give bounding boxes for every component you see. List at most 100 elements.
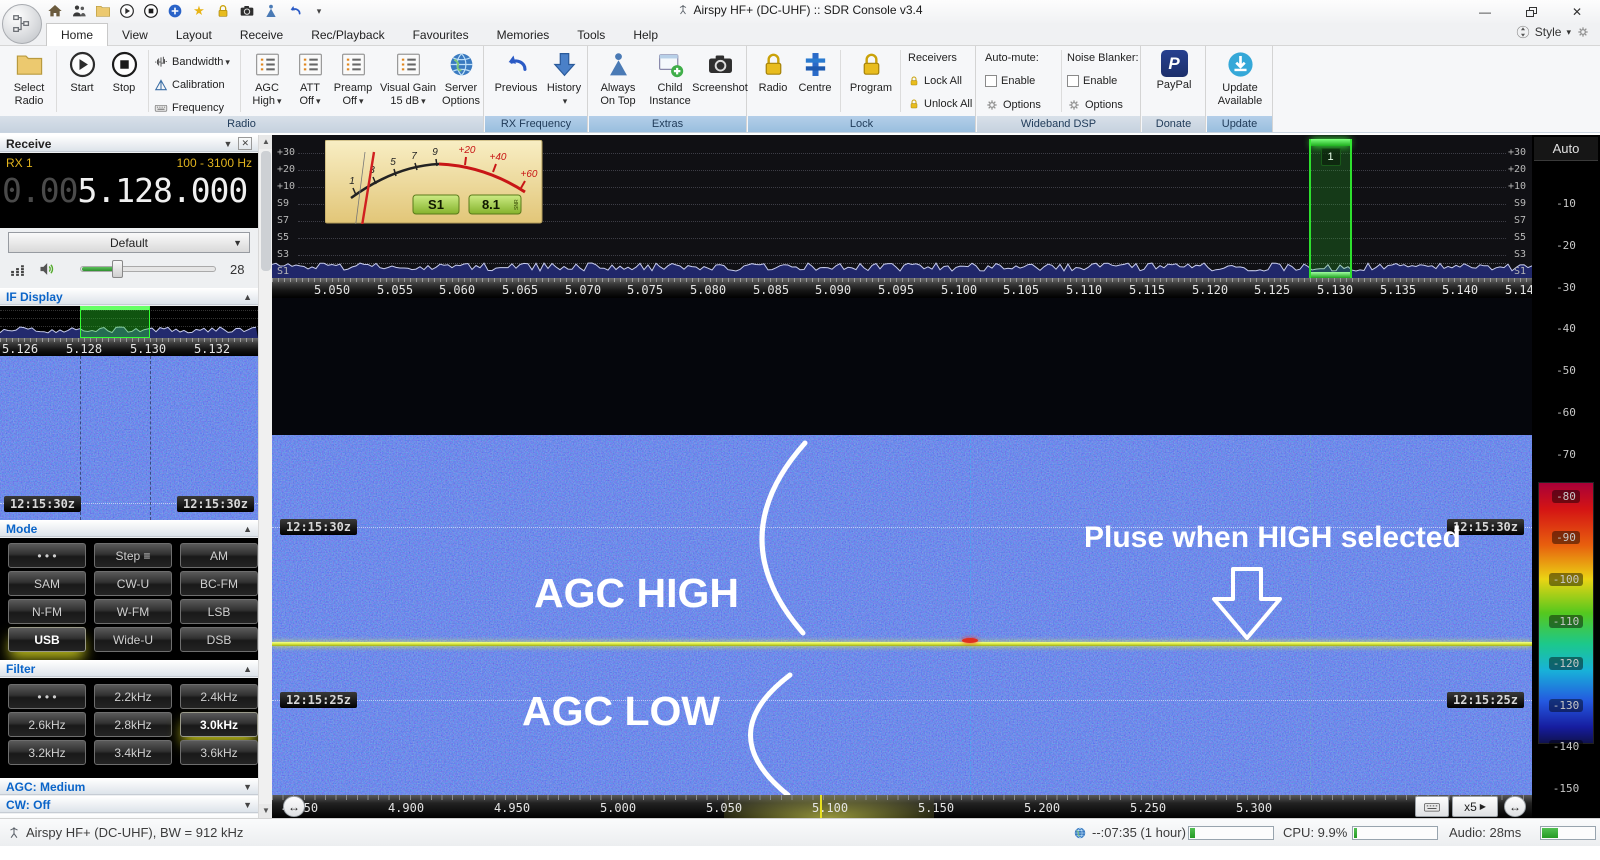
- close-icon[interactable]: ✕: [238, 137, 252, 150]
- tab-layout[interactable]: Layout: [162, 23, 226, 46]
- style-spinner-icon[interactable]: [1516, 25, 1530, 39]
- scroll-down-icon[interactable]: ▼: [259, 804, 273, 818]
- lock-centre-button[interactable]: Centre: [794, 48, 836, 95]
- frequency-button[interactable]: Frequency: [154, 101, 224, 115]
- agc-dropdown[interactable]: AGC High: [246, 48, 288, 107]
- if-passband-marker[interactable]: [80, 306, 150, 338]
- tab-home[interactable]: Home: [46, 23, 108, 46]
- paypal-button[interactable]: P PayPal: [1150, 48, 1198, 92]
- speaker-icon[interactable]: [38, 259, 58, 279]
- collapse-caret-icon[interactable]: ▲: [243, 664, 252, 674]
- frequency-display[interactable]: RX 1 100 - 3100 Hz 0.005.128.000: [0, 153, 258, 228]
- mode-button-w-fm[interactable]: W-FM: [94, 599, 172, 624]
- lock-radio-button[interactable]: Radio: [754, 48, 792, 95]
- if-frequency-scale[interactable]: 5.126 5.128 5.130 5.132: [0, 338, 258, 356]
- agc-collapsed-header[interactable]: AGC: Medium ▼: [0, 778, 258, 795]
- zoom-button[interactable]: x5 ▶: [1452, 796, 1498, 817]
- rx1-passband-marker[interactable]: 1: [1309, 139, 1352, 278]
- tab-favourites[interactable]: Favourites: [399, 23, 483, 46]
- auto-mute-enable-checkbox[interactable]: Enable: [985, 75, 1035, 87]
- pan-left-button[interactable]: ↔: [283, 796, 305, 817]
- tab-help[interactable]: Help: [619, 23, 672, 46]
- mode-button-n-fm[interactable]: N-FM: [8, 599, 86, 624]
- noise-blanker-enable-checkbox[interactable]: Enable: [1067, 75, 1117, 87]
- visual-gain-dropdown[interactable]: Visual Gain 15 dB: [377, 48, 439, 107]
- previous-button[interactable]: Previous: [491, 48, 541, 95]
- screenshot-button[interactable]: Screenshot: [695, 48, 745, 95]
- collapse-caret-icon[interactable]: ▼: [243, 800, 252, 810]
- filter-panel-header[interactable]: Filter ▲: [0, 660, 258, 677]
- filter-button-more[interactable]: • • •: [8, 684, 86, 709]
- start-button[interactable]: Start: [62, 48, 102, 95]
- volume-slider[interactable]: [80, 266, 216, 272]
- cw-collapsed-header[interactable]: CW: Off ▼: [0, 796, 258, 813]
- auto-range-button[interactable]: Auto: [1534, 137, 1598, 161]
- receive-panel-header[interactable]: Receive ▼ ✕: [0, 135, 258, 152]
- filter-button-2-4[interactable]: 2.4kHz: [180, 684, 258, 709]
- preamp-dropdown[interactable]: Preamp Off: [331, 48, 375, 107]
- mode-button-dsb[interactable]: DSB: [180, 627, 258, 652]
- collapse-caret-icon[interactable]: ▲: [243, 292, 252, 302]
- calibration-button[interactable]: Calibration: [154, 78, 225, 92]
- att-dropdown[interactable]: ATT Off: [292, 48, 328, 107]
- tuned-frequency[interactable]: 0.005.128.000: [2, 171, 247, 210]
- tab-view[interactable]: View: [108, 23, 162, 46]
- always-on-top-button[interactable]: Always On Top: [593, 48, 643, 107]
- mode-button-bc-fm[interactable]: BC-FM: [180, 571, 258, 596]
- server-options-button[interactable]: Server Options: [440, 48, 482, 107]
- collapse-caret-icon[interactable]: ▲: [243, 524, 252, 534]
- spectrum-display[interactable]: +30 +20 +10 S9 S7 S5 S3 S1 +30 +20 +10 S…: [272, 135, 1532, 298]
- if-spectrum[interactable]: [0, 306, 258, 338]
- style-caret-icon[interactable]: ▾: [1566, 27, 1571, 38]
- minimize-button[interactable]: —: [1462, 0, 1508, 23]
- lock-program-button[interactable]: Program: [846, 48, 896, 95]
- mode-button-step[interactable]: Step ≡: [94, 543, 172, 568]
- filter-button-2-8[interactable]: 2.8kHz: [94, 712, 172, 737]
- if-display-header[interactable]: IF Display ▲: [0, 288, 258, 305]
- pan-right-button[interactable]: ↔: [1504, 796, 1526, 817]
- filter-button-3-0[interactable]: 3.0kHz: [180, 712, 258, 737]
- filter-button-3-2[interactable]: 3.2kHz: [8, 740, 86, 765]
- mode-button-sam[interactable]: SAM: [8, 571, 86, 596]
- mode-panel-header[interactable]: Mode ▲: [0, 520, 258, 537]
- profile-dropdown[interactable]: Default ▼: [8, 232, 250, 253]
- scrollbar-thumb[interactable]: [261, 151, 271, 271]
- child-instance-button[interactable]: Child Instance: [645, 48, 695, 107]
- unlock-all-button[interactable]: Unlock All: [908, 98, 972, 110]
- spectrum-frequency-scale[interactable]: 5.050 5.055 5.060 5.065 5.070 5.075 5.08…: [272, 278, 1532, 298]
- waterfall-display[interactable]: 12:15:30z 12:15:30z 12:15:25z 12:15:25z …: [272, 435, 1532, 818]
- sidebar-scrollbar[interactable]: ▲ ▼: [258, 135, 272, 818]
- filter-button-3-4[interactable]: 3.4kHz: [94, 740, 172, 765]
- application-menu-button[interactable]: [2, 4, 42, 44]
- noise-blanker-options-button[interactable]: Options: [1067, 98, 1123, 112]
- mode-button-lsb[interactable]: LSB: [180, 599, 258, 624]
- lock-all-button[interactable]: Lock All: [908, 75, 962, 87]
- tab-rec-playback[interactable]: Rec/Playback: [297, 23, 398, 46]
- band-navigation-bar[interactable]: 4.850 4.900 4.950 5.000 5.050 5.100 5.15…: [272, 795, 1532, 818]
- filter-button-2-2[interactable]: 2.2kHz: [94, 684, 172, 709]
- close-button[interactable]: ✕: [1554, 0, 1600, 23]
- mode-button-more[interactable]: • • •: [8, 543, 86, 568]
- mode-button-wide-u[interactable]: Wide-U: [94, 627, 172, 652]
- style-gear-icon[interactable]: [1576, 25, 1590, 39]
- mode-button-usb[interactable]: USB: [8, 627, 86, 652]
- restore-button[interactable]: [1508, 0, 1554, 23]
- equalizer-icon[interactable]: [9, 261, 26, 278]
- filter-button-3-6[interactable]: 3.6kHz: [180, 740, 258, 765]
- style-button[interactable]: Style: [1535, 25, 1562, 39]
- keyboard-entry-button[interactable]: [1415, 796, 1449, 817]
- stop-button[interactable]: Stop: [104, 48, 144, 95]
- volume-slider-thumb[interactable]: [112, 260, 123, 278]
- auto-mute-options-button[interactable]: Options: [985, 98, 1041, 112]
- tab-tools[interactable]: Tools: [563, 23, 619, 46]
- tab-receive[interactable]: Receive: [226, 23, 297, 46]
- update-available-button[interactable]: Update Available: [1211, 48, 1269, 107]
- mode-button-cw-u[interactable]: CW-U: [94, 571, 172, 596]
- mode-button-am[interactable]: AM: [180, 543, 258, 568]
- scroll-up-icon[interactable]: ▲: [259, 135, 273, 149]
- history-dropdown[interactable]: History: [543, 48, 585, 107]
- bandwidth-menu[interactable]: Bandwidth: [154, 55, 230, 69]
- if-waterfall[interactable]: 12:15:30z 12:15:30z: [0, 356, 258, 520]
- tab-memories[interactable]: Memories: [483, 23, 564, 46]
- filter-button-2-6[interactable]: 2.6kHz: [8, 712, 86, 737]
